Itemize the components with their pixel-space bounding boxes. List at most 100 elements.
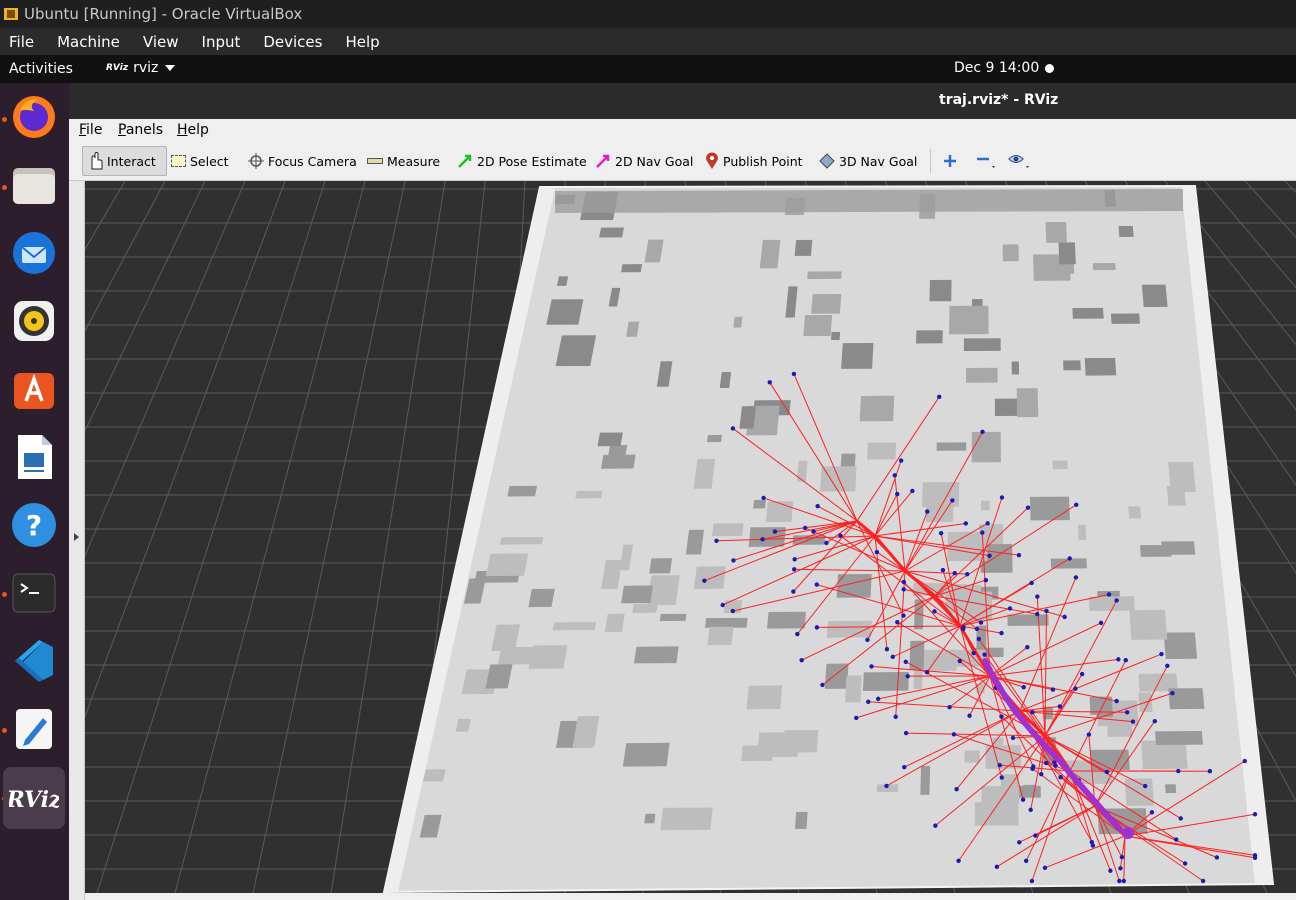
focus-camera-tool-button[interactable]: Focus Camera (244, 146, 361, 176)
trajectory-node (795, 631, 800, 637)
scene-canvas[interactable] (85, 181, 1296, 893)
trajectory-node (1021, 684, 1026, 690)
trajectory-node (702, 578, 707, 583)
grid-line (85, 181, 206, 432)
host-menu-devices[interactable]: Devices (254, 33, 330, 51)
dock: ? RViz (0, 83, 69, 900)
rviz-menu-help[interactable]: Help (177, 122, 209, 138)
trajectory-node (980, 530, 985, 535)
measure-tool-button[interactable]: Measure (363, 146, 444, 176)
grid-line (85, 181, 126, 251)
rviz-menu-panels[interactable]: Panels (118, 122, 163, 138)
obstacle-block (1166, 486, 1186, 506)
obstacle-block (707, 626, 734, 646)
obstacle-block (601, 454, 636, 469)
host-menu-input[interactable]: Input (193, 33, 249, 51)
obstacle-block (693, 566, 726, 589)
interact-tool-button[interactable]: Interact (82, 146, 167, 176)
measure-label: Measure (387, 153, 441, 169)
trajectory-node (1035, 594, 1040, 599)
trajectory-node (932, 609, 937, 614)
obstacle-block (719, 372, 732, 389)
mnemonic: F (79, 122, 87, 138)
trajectory-node (1062, 614, 1067, 620)
notification-dot-icon (1045, 64, 1054, 73)
obstacle-block (867, 442, 897, 460)
terminal-icon[interactable] (8, 567, 60, 619)
pose-estimate-tool-button[interactable]: 2D Pose Estimate (453, 146, 591, 176)
remove-tool-button[interactable] (972, 146, 1002, 176)
trajectory-node (874, 549, 880, 555)
trajectory-node (814, 582, 820, 587)
software-icon[interactable] (8, 363, 60, 415)
trajectory-node (1142, 783, 1148, 789)
obstacle-block (767, 611, 806, 629)
firefox-icon[interactable] (8, 91, 60, 143)
rhythmbox-icon[interactable] (8, 295, 60, 347)
thunderbird-icon[interactable] (8, 227, 60, 279)
render-viewport[interactable] (85, 181, 1296, 893)
menu-label-rest: elp (187, 122, 209, 138)
rviz-icon[interactable]: RViz (3, 767, 65, 829)
files-icon[interactable] (8, 159, 60, 211)
obstacle-block (862, 671, 909, 692)
trajectory-node (814, 625, 820, 630)
nav-goal-tool-button[interactable]: 2D Nav Goal (591, 146, 697, 176)
clock[interactable]: Dec 9 14:00 (954, 60, 1039, 76)
mnemonic: P (118, 122, 126, 138)
help-icon[interactable]: ? (8, 499, 60, 551)
obstacle-block (757, 732, 800, 758)
writer-icon[interactable] (8, 431, 60, 483)
chevron-down-icon (165, 65, 176, 71)
obstacle-block (599, 227, 624, 238)
trajectory-node (980, 429, 985, 435)
trajectory-node (1042, 865, 1048, 870)
trajectory-node (1053, 763, 1058, 768)
obstacle-block (575, 490, 603, 499)
obstacle-block (845, 675, 862, 703)
menu-label-rest: ile (86, 122, 103, 138)
trajectory-node (952, 570, 957, 576)
rviz-menu-file[interactable]: File (79, 122, 102, 138)
grid-line (252, 181, 406, 893)
trajectory-node (1086, 732, 1092, 737)
trajectory-node (892, 473, 897, 478)
trajectory-node (854, 715, 859, 721)
trajectory-node (1073, 575, 1079, 580)
running-indicator (2, 185, 7, 190)
text-editor-icon[interactable] (8, 703, 60, 755)
publish-point-tool-button[interactable]: Publish Point (701, 146, 807, 176)
obstacle-block (1139, 544, 1172, 557)
obstacle-block (1168, 688, 1205, 710)
activities-button[interactable]: Activities (9, 61, 73, 77)
view-tool-button[interactable] (1004, 146, 1036, 176)
nav-goal-3d-tool-button[interactable]: 3D Nav Goal (815, 146, 921, 176)
host-menu-machine[interactable]: Machine (48, 33, 128, 51)
select-tool-button[interactable]: Select (167, 146, 233, 176)
panel-collapse-handle[interactable] (69, 181, 85, 900)
trajectory-node (974, 626, 980, 632)
trajectory-node (1174, 837, 1179, 842)
app-menu[interactable]: RViz rviz (106, 60, 176, 76)
trajectory-node (971, 650, 976, 656)
trajectory-node (983, 577, 989, 583)
select-label: Select (190, 153, 229, 169)
obstacle-block (796, 460, 808, 482)
obstacle-block (830, 331, 841, 341)
trajectory-node (731, 558, 736, 563)
trajectory-node (1044, 760, 1049, 766)
host-menu-file[interactable]: File (0, 33, 42, 51)
vscode-icon[interactable] (8, 635, 60, 687)
menu-label-rest: anels (125, 122, 164, 138)
obstacle-block (1011, 361, 1020, 375)
trajectory-node (1182, 861, 1188, 866)
obstacle-block (966, 367, 998, 383)
trajectory-node (1121, 878, 1127, 884)
obstacle-block (765, 501, 794, 523)
add-tool-button[interactable] (939, 146, 961, 176)
host-menu-help[interactable]: Help (336, 33, 387, 51)
trajectory-node (940, 567, 946, 573)
trajectory-node (999, 775, 1004, 780)
rviz-menubar: File Panels Help (69, 119, 1296, 141)
host-menu-view[interactable]: View (134, 33, 187, 51)
